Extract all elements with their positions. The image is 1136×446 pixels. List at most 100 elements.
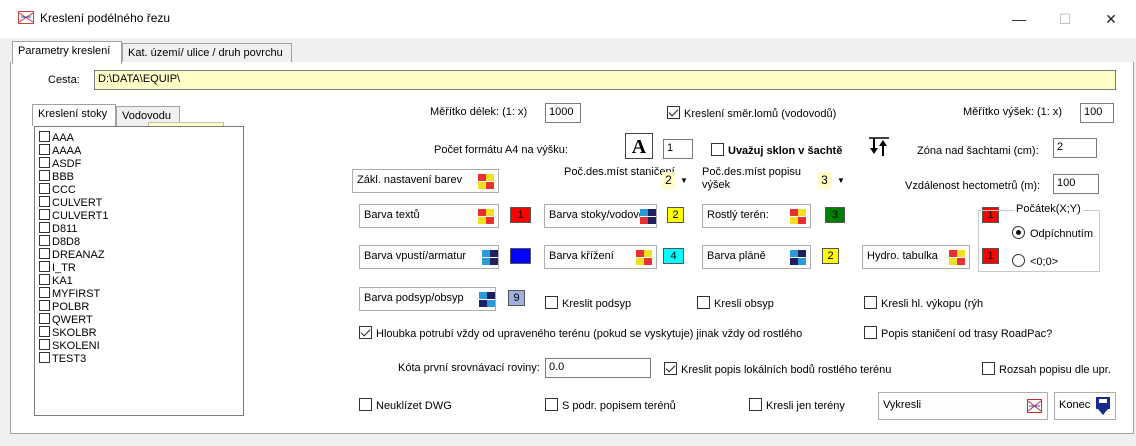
sewer-color-swatch[interactable]: 2 bbox=[667, 207, 684, 223]
checkbox[interactable] bbox=[711, 143, 724, 156]
local-points-checkbox[interactable]: Kreslit popis lokálních bodů rostlého te… bbox=[664, 362, 891, 376]
hydro-table-button[interactable]: Hydro. tabulka bbox=[862, 245, 970, 269]
path-input[interactable]: D:\DATA\EQUIP\ bbox=[94, 70, 1116, 90]
radio-button[interactable] bbox=[1012, 254, 1025, 267]
checkbox[interactable] bbox=[39, 235, 50, 246]
detailed-terrain-checkbox[interactable]: S podr. popisem terénů bbox=[545, 398, 676, 412]
list-item[interactable]: AAAA bbox=[39, 144, 81, 157]
checkbox[interactable] bbox=[39, 170, 50, 181]
draw-breaks-checkbox[interactable]: Kreslení směr.lomů (vodovodů) bbox=[667, 106, 836, 120]
close-button[interactable]: ✕ bbox=[1088, 6, 1134, 32]
draw-backfill-checkbox[interactable]: Kresli obsyp bbox=[697, 296, 774, 310]
plane-color-swatch[interactable]: 2 bbox=[822, 248, 839, 264]
plane-color-button[interactable]: Barva pláně bbox=[702, 245, 811, 269]
terrain-color-button[interactable]: Rostlý terén: bbox=[702, 204, 811, 228]
list-item[interactable]: POLBR bbox=[39, 300, 89, 313]
list-item[interactable]: CCC bbox=[39, 183, 76, 196]
checkbox[interactable] bbox=[359, 398, 372, 411]
checkbox[interactable] bbox=[545, 296, 558, 309]
list-item[interactable]: I_TR bbox=[39, 261, 76, 274]
checkbox[interactable] bbox=[39, 274, 50, 285]
terrain-only-checkbox[interactable]: Kresli jen terény bbox=[749, 398, 845, 412]
a4-count-input[interactable]: 1 bbox=[663, 139, 693, 159]
tab-cadastral[interactable]: Kat. území/ ulice / druh povrchu bbox=[122, 43, 292, 63]
list-item[interactable]: BBB bbox=[39, 170, 74, 183]
list-item[interactable]: SKOLENI bbox=[39, 339, 100, 352]
list-item[interactable]: AAA bbox=[39, 131, 74, 144]
list-item[interactable]: CULVERT1 bbox=[39, 209, 108, 222]
checkbox[interactable] bbox=[39, 248, 50, 259]
checkbox[interactable] bbox=[39, 222, 50, 233]
list-item[interactable]: KA1 bbox=[39, 274, 73, 287]
bedding-color-swatch[interactable]: 9 bbox=[508, 290, 525, 306]
inlet-color-swatch[interactable]: 5 bbox=[510, 248, 531, 264]
radio-button[interactable] bbox=[1012, 226, 1025, 239]
list-item[interactable]: ASDF bbox=[39, 157, 81, 170]
bedding-color-button[interactable]: Barva podsyp/obsyp bbox=[359, 287, 496, 311]
checkbox[interactable] bbox=[667, 106, 680, 119]
crossing-color-swatch[interactable]: 4 bbox=[663, 248, 684, 264]
checkbox[interactable] bbox=[39, 326, 50, 337]
checkbox[interactable] bbox=[545, 398, 558, 411]
scale-height-input[interactable]: 100 bbox=[1080, 103, 1114, 123]
hydro-color-swatch[interactable]: 1 bbox=[982, 248, 999, 264]
minimize-button[interactable]: — bbox=[996, 6, 1042, 32]
maximize-button[interactable]: ☐ bbox=[1042, 6, 1088, 32]
checkbox[interactable] bbox=[697, 296, 710, 309]
checkbox[interactable] bbox=[39, 144, 50, 155]
checkbox[interactable] bbox=[39, 157, 50, 168]
list-item[interactable]: D811 bbox=[39, 222, 77, 235]
checkbox[interactable] bbox=[39, 300, 50, 311]
checkbox[interactable] bbox=[39, 209, 50, 220]
dropdown-arrow-icon[interactable]: ▼ bbox=[837, 176, 845, 185]
hecto-distance-input[interactable]: 100 bbox=[1053, 174, 1099, 194]
checkbox[interactable] bbox=[39, 287, 50, 298]
origin-radio-pick[interactable]: Odpíchnutím bbox=[1012, 226, 1093, 240]
draw-bedding-checkbox[interactable]: Kreslit podsyp bbox=[545, 296, 631, 310]
list-item[interactable]: TEST3 bbox=[39, 352, 86, 365]
decimals-height-value[interactable]: 3 bbox=[818, 172, 831, 189]
list-item[interactable]: QWERT bbox=[39, 313, 93, 326]
checkbox[interactable] bbox=[664, 362, 677, 375]
tab-sewer-drawing[interactable]: Kreslení stoky bbox=[32, 104, 116, 126]
sewer-color-button[interactable]: Barva stoky/vodovodu bbox=[544, 204, 657, 228]
checkbox[interactable] bbox=[359, 326, 372, 339]
terrain-color-swatch[interactable]: 3 bbox=[825, 207, 845, 223]
list-item[interactable]: DREANAZ bbox=[39, 248, 105, 261]
scale-length-input[interactable]: 1000 bbox=[545, 103, 581, 123]
roadpac-stationing-checkbox[interactable]: Popis staničení od trasy RoadPac? bbox=[864, 326, 1052, 340]
checkbox[interactable] bbox=[39, 313, 50, 324]
crossing-color-button[interactable]: Barva křížení bbox=[544, 245, 657, 269]
zone-input[interactable]: 2 bbox=[1053, 138, 1097, 158]
list-item[interactable]: SKOLBR bbox=[39, 326, 97, 339]
list-item[interactable]: MYFIRST bbox=[39, 287, 100, 300]
close-dialog-button[interactable]: Konec bbox=[1054, 392, 1116, 420]
checkbox[interactable] bbox=[39, 196, 50, 207]
draw-trench-checkbox[interactable]: Kresli hl. výkopu (rýh bbox=[864, 296, 983, 310]
pipe-depth-checkbox[interactable]: Hloubka potrubí vždy od upraveného terén… bbox=[359, 326, 802, 340]
text-color-swatch[interactable]: 1 bbox=[510, 207, 531, 223]
checkbox[interactable] bbox=[39, 339, 50, 350]
checkbox[interactable] bbox=[39, 131, 50, 142]
origin-radio-zero[interactable]: <0;0> bbox=[1012, 254, 1058, 268]
no-cleanup-dwg-checkbox[interactable]: Neuklízet DWG bbox=[359, 398, 452, 412]
inlet-color-button[interactable]: Barva vpustí/armatur bbox=[359, 245, 499, 269]
text-color-button[interactable]: Barva textů bbox=[359, 204, 499, 228]
tab-drawing-parameters[interactable]: Parametry kreslení bbox=[12, 41, 122, 64]
checkbox[interactable] bbox=[39, 352, 50, 363]
checkbox[interactable] bbox=[39, 261, 50, 272]
label-range-checkbox[interactable]: Rozsah popisu dle upr. bbox=[982, 362, 1111, 376]
checkbox[interactable] bbox=[982, 362, 995, 375]
decimals-station-value[interactable]: 2 bbox=[662, 172, 675, 189]
checkbox[interactable] bbox=[864, 296, 877, 309]
list-item[interactable]: CULVERT bbox=[39, 196, 102, 209]
list-item[interactable]: D8D8 bbox=[39, 235, 80, 248]
slope-checkbox[interactable]: Uvažuj sklon v šachtě bbox=[711, 143, 842, 157]
checkbox[interactable] bbox=[749, 398, 762, 411]
reference-plane-input[interactable]: 0.0 bbox=[545, 358, 651, 378]
base-colors-button[interactable]: Zákl. nastavení barev bbox=[352, 169, 499, 193]
profile-listbox[interactable]: AAA AAAA ASDF BBB CCC CULVERT CULVERT1 D… bbox=[34, 126, 244, 416]
draw-button[interactable]: Vykresli bbox=[878, 392, 1048, 420]
dropdown-arrow-icon[interactable]: ▼ bbox=[680, 176, 688, 185]
checkbox[interactable] bbox=[39, 183, 50, 194]
